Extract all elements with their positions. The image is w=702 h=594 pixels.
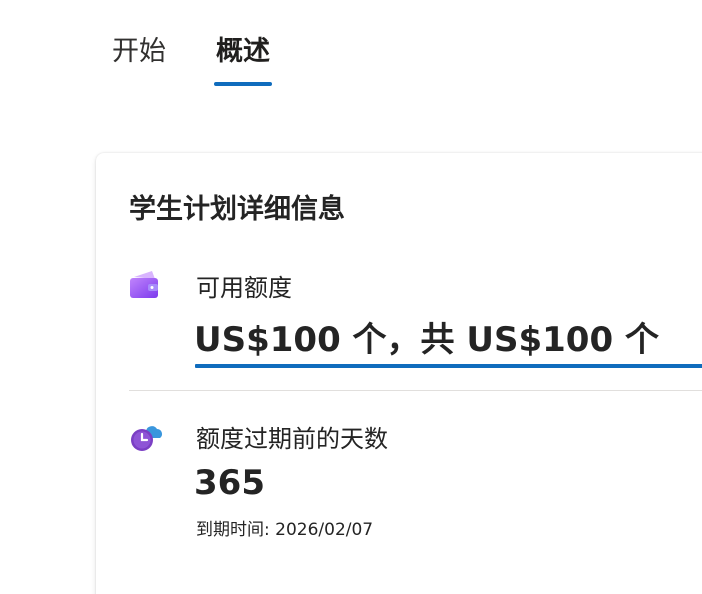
days-remaining-label: 额度过期前的天数 — [196, 425, 388, 453]
card-title: 学生计划详细信息 — [129, 194, 345, 225]
available-credit-label: 可用额度 — [196, 274, 292, 302]
section-divider — [129, 390, 702, 391]
tab-bar: 开始 概述 — [110, 30, 272, 86]
tab-overview[interactable]: 概述 — [214, 30, 272, 86]
wallet-icon — [128, 268, 162, 302]
app-root: 开始 概述 学生计划详细信息 可用额度 US$100 个，共 US$100 个 … — [0, 0, 702, 594]
student-plan-card: 学生计划详细信息 可用额度 US$100 个，共 US$100 个 额度过期前的… — [96, 153, 702, 594]
credit-underline — [195, 364, 702, 368]
tab-start[interactable]: 开始 — [110, 30, 168, 74]
expiry-date-text: 到期时间: 2026/02/07 — [196, 520, 374, 540]
days-remaining-value: 365 — [194, 463, 265, 503]
cloud-clock-icon — [128, 419, 162, 453]
available-credit-value: US$100 个，共 US$100 个 — [194, 320, 659, 360]
